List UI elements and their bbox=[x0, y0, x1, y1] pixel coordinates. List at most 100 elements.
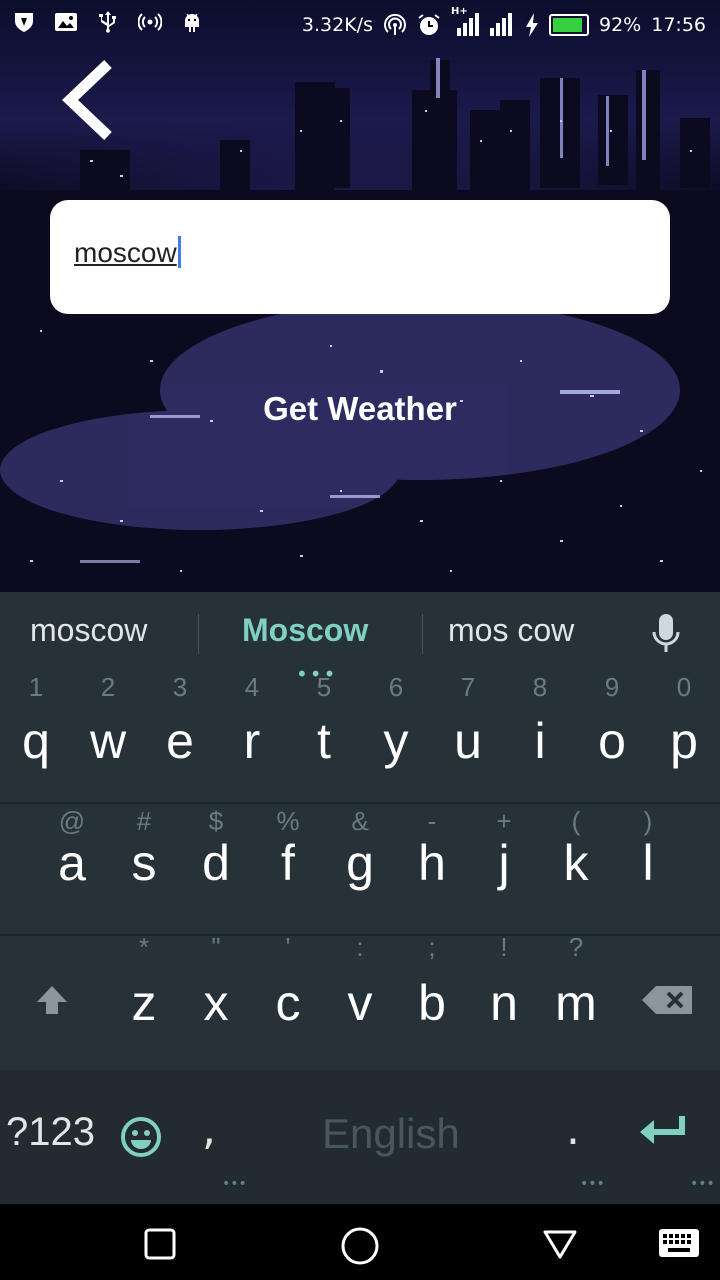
enter-icon[interactable] bbox=[638, 1114, 690, 1154]
vpn-shield-icon bbox=[15, 13, 33, 32]
soft-keyboard: moscow Moscow ••• mos cow 1 q2 w3 e4 r5 t6 y7 u… bbox=[0, 592, 720, 1204]
android-icon bbox=[185, 13, 199, 32]
key-hint-0: @ bbox=[58, 806, 86, 836]
key-4[interactable]: t bbox=[288, 712, 360, 770]
key-hint-3: % bbox=[276, 806, 300, 836]
key-hint-2: $ bbox=[208, 806, 224, 836]
key-3[interactable]: f bbox=[252, 834, 324, 892]
key-2[interactable]: e bbox=[144, 712, 216, 770]
key-2[interactable]: d bbox=[180, 834, 252, 892]
suggestion-1[interactable]: moscow bbox=[30, 612, 147, 649]
key-9[interactable]: p bbox=[648, 712, 720, 770]
key-5[interactable]: h bbox=[396, 834, 468, 892]
key-hint-2: 3 bbox=[172, 672, 188, 702]
backspace-icon[interactable] bbox=[642, 986, 692, 1014]
key-0[interactable]: a bbox=[36, 834, 108, 892]
key-0[interactable]: q bbox=[0, 712, 72, 770]
key-6[interactable]: m bbox=[540, 974, 612, 1032]
emoji-icon[interactable] bbox=[120, 1116, 162, 1158]
key-6[interactable]: u bbox=[432, 712, 504, 770]
suggestion-3[interactable]: mos cow bbox=[448, 612, 574, 649]
key-hint-6: 7 bbox=[460, 672, 476, 702]
key-hint-7: 8 bbox=[532, 672, 548, 702]
key-hint-3: : bbox=[356, 932, 364, 962]
suggestion-2[interactable]: Moscow bbox=[242, 612, 368, 649]
key-hint-2: ' bbox=[285, 932, 291, 962]
get-weather-button[interactable]: Get Weather bbox=[0, 390, 720, 428]
key-hint-4: 5 bbox=[316, 672, 332, 702]
space-key[interactable]: English bbox=[322, 1110, 460, 1158]
key-hint-5: 6 bbox=[388, 672, 404, 702]
key-7[interactable]: k bbox=[540, 834, 612, 892]
key-row-2: @ a # s $ d% f & g - h + j (k) l bbox=[0, 804, 720, 934]
key-hint-1: 2 bbox=[100, 672, 116, 702]
key-hint-6: + bbox=[496, 806, 512, 836]
key-8[interactable]: o bbox=[576, 712, 648, 770]
battery-icon bbox=[549, 14, 589, 36]
key-hint-4: & bbox=[351, 806, 369, 836]
key-hint-5: ! bbox=[500, 932, 508, 962]
keyboard-hide-icon[interactable] bbox=[658, 1228, 700, 1258]
city-search-field[interactable]: moscow bbox=[50, 200, 670, 314]
key-hint-3: 4 bbox=[244, 672, 260, 702]
key-hint-0: 1 bbox=[28, 672, 44, 702]
chevron-left-icon bbox=[62, 60, 112, 140]
status-bar: 3.32K/s H+ 92% 17:56 bbox=[0, 0, 720, 50]
key-row-3: * z " x ' c: v; b! n? m bbox=[0, 932, 720, 1070]
signal-strength-icon-2 bbox=[490, 13, 512, 36]
hotspot-icon bbox=[138, 13, 162, 31]
clock: 17:56 bbox=[651, 14, 706, 36]
battery-percent: 92% bbox=[599, 14, 642, 36]
key-7[interactable]: i bbox=[504, 712, 576, 770]
key-hint-7: ( bbox=[571, 806, 581, 836]
suggestion-strip: moscow Moscow ••• mos cow bbox=[0, 592, 720, 686]
key-row-bottom: ?123 , ••• English . ••• ••• bbox=[0, 1070, 720, 1204]
comma-key[interactable]: , bbox=[202, 1104, 216, 1155]
charging-bolt-icon bbox=[526, 13, 538, 37]
key-hint-0: * bbox=[138, 932, 150, 962]
alarm-icon bbox=[418, 14, 440, 35]
key-hint-6: ? bbox=[568, 932, 584, 962]
key-hint-4: ; bbox=[428, 932, 436, 962]
key-5[interactable]: y bbox=[360, 712, 432, 770]
enter-more-dots: ••• bbox=[690, 1176, 715, 1192]
key-hint-1: # bbox=[136, 806, 152, 836]
home-circle-icon[interactable] bbox=[340, 1226, 380, 1266]
key-3[interactable]: v bbox=[324, 974, 396, 1032]
system-navigation-bar bbox=[0, 1204, 720, 1280]
key-hint-9: 0 bbox=[676, 672, 692, 702]
comma-more-dots: ••• bbox=[222, 1176, 247, 1192]
gallery-icon bbox=[55, 13, 77, 31]
symbols-key[interactable]: ?123 bbox=[6, 1110, 95, 1155]
key-5[interactable]: n bbox=[468, 974, 540, 1032]
key-8[interactable]: l bbox=[612, 834, 684, 892]
network-speed: 3.32K/s bbox=[301, 14, 373, 36]
signal-type-label: H+ bbox=[451, 6, 468, 17]
back-button[interactable] bbox=[58, 58, 122, 142]
period-key[interactable]: . bbox=[566, 1104, 580, 1155]
key-row-1: 1 q2 w3 e4 r5 t6 y7 u8 i9 o0 p bbox=[0, 672, 720, 802]
cell-signal-hplus: H+ bbox=[451, 6, 479, 38]
city-input-text[interactable]: moscow bbox=[74, 236, 181, 269]
key-hint-5: - bbox=[427, 806, 437, 836]
microphone-icon[interactable] bbox=[650, 612, 682, 656]
back-triangle-icon[interactable] bbox=[542, 1228, 578, 1260]
wifi-hotspot-icon bbox=[384, 13, 406, 35]
key-hint-8: 9 bbox=[604, 672, 620, 702]
key-hint-1: " bbox=[211, 932, 221, 962]
key-6[interactable]: j bbox=[468, 834, 540, 892]
key-2[interactable]: c bbox=[252, 974, 324, 1032]
period-more-dots: ••• bbox=[580, 1176, 605, 1192]
key-0[interactable]: z bbox=[108, 974, 180, 1032]
shift-icon[interactable] bbox=[34, 982, 70, 1018]
key-1[interactable]: w bbox=[72, 712, 144, 770]
key-1[interactable]: x bbox=[180, 974, 252, 1032]
key-4[interactable]: b bbox=[396, 974, 468, 1032]
key-3[interactable]: r bbox=[216, 712, 288, 770]
usb-icon bbox=[99, 11, 116, 33]
recents-square-icon[interactable] bbox=[144, 1228, 176, 1260]
key-4[interactable]: g bbox=[324, 834, 396, 892]
text-caret bbox=[177, 236, 181, 268]
key-1[interactable]: s bbox=[108, 834, 180, 892]
key-hint-8: ) bbox=[643, 806, 653, 836]
